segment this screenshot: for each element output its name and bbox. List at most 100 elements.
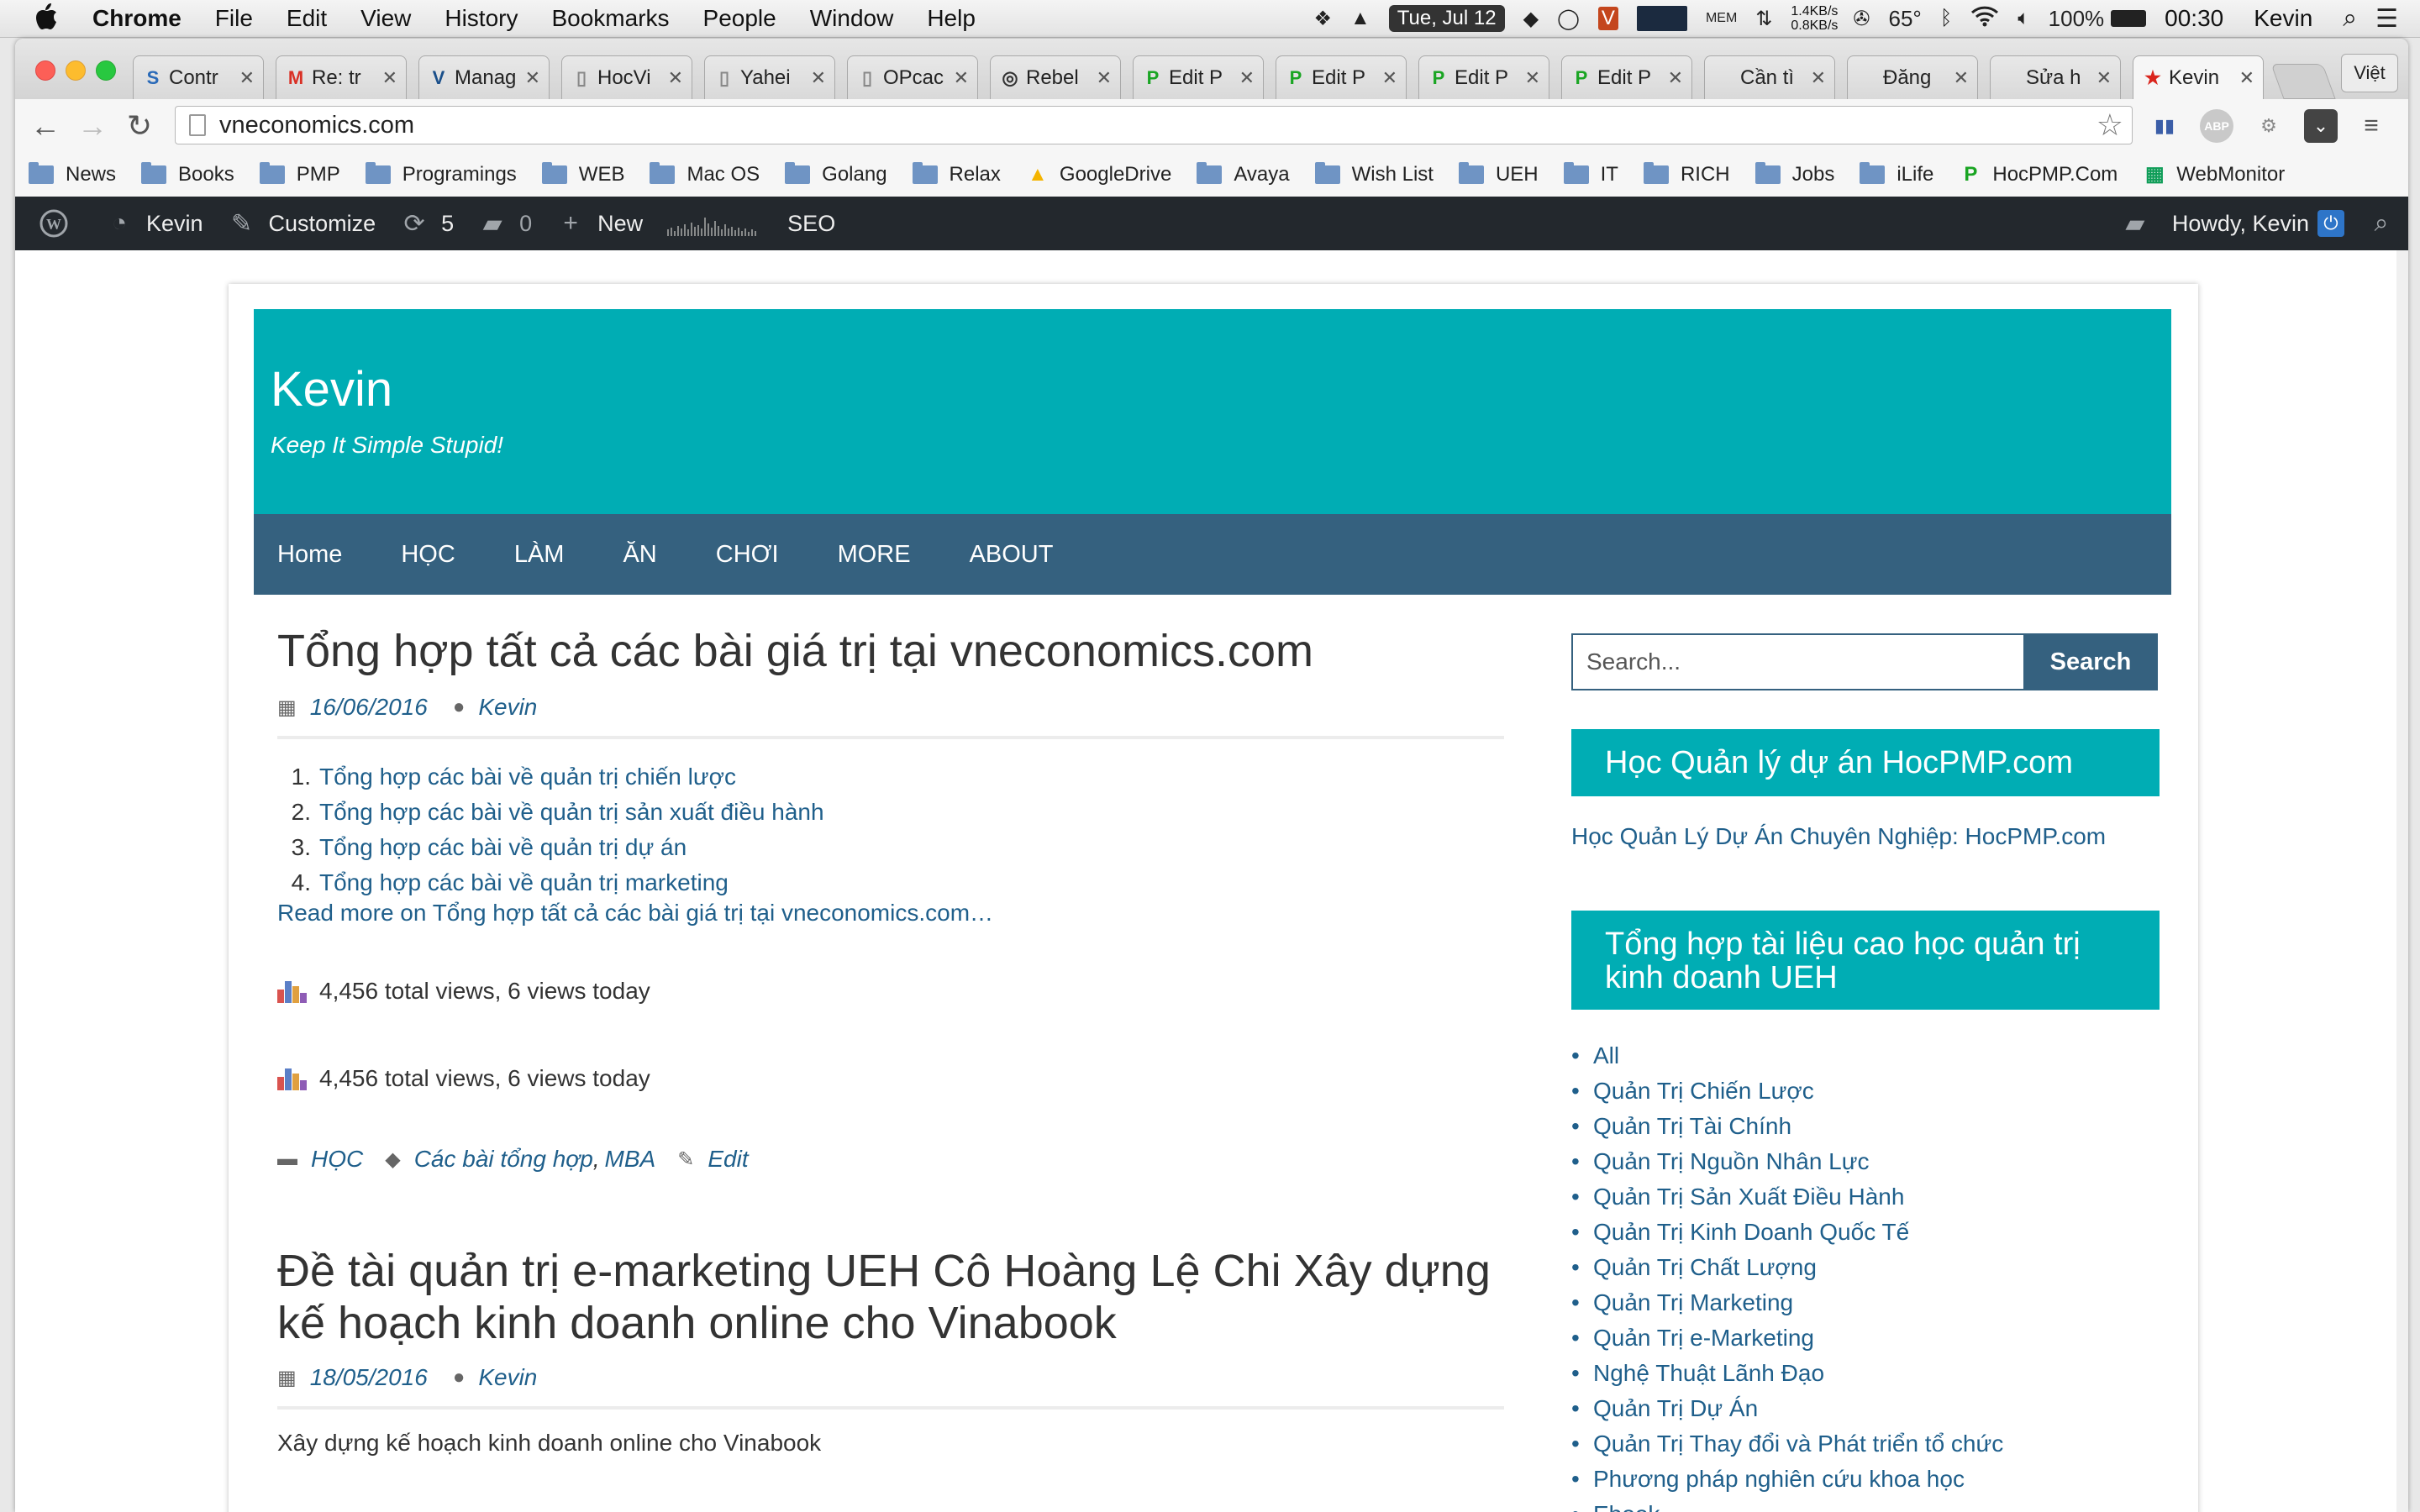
chrome-menu-icon[interactable]: ≡ [2354,109,2388,143]
nav-lam[interactable]: LÀM [514,541,565,569]
list-item-link[interactable]: Tổng hợp các bài về quản trị dự án [319,834,687,860]
category-link[interactable]: Quản Trị e-Marketing [1593,1325,1814,1351]
category-link[interactable]: Quản Trị Nguồn Nhân Lực [1593,1148,1869,1174]
new-content-menu[interactable]: + New [555,208,643,239]
menu-history[interactable]: History [445,5,518,32]
close-tab-icon[interactable]: ✕ [811,67,826,89]
cpu-graph-icon[interactable] [1636,6,1687,31]
bookmark-item[interactable]: Avaya [1197,162,1290,186]
app-menu[interactable]: Chrome [92,5,182,32]
close-tab-icon[interactable]: ✕ [382,67,397,89]
bookmark-item[interactable]: WEB [541,162,624,186]
category-link[interactable]: All [1593,1042,1619,1068]
category-link[interactable]: Quản Trị Kinh Doanh Quốc Tế [1593,1219,1909,1245]
tab[interactable]: Sửa h ✕ [1990,55,2121,99]
close-tab-icon[interactable]: ✕ [1097,67,1112,89]
bookmark-item[interactable]: ▲ GoogleDrive [1026,163,1171,186]
profile-button[interactable]: Việt [2341,54,2398,92]
tab[interactable]: V Manag ✕ [418,55,550,99]
close-tab-icon[interactable]: ✕ [1525,67,1540,89]
wp-logo-menu[interactable]: W [39,208,81,239]
memory-graph-icon[interactable]: MEM [1706,11,1737,26]
post-author[interactable]: Kevin [478,694,537,721]
chat-bubble-icon[interactable]: ◯ [1557,7,1580,31]
tab[interactable]: ▯ HocVi ✕ [561,55,692,99]
power-icon[interactable]: ⏻ [2317,210,2344,237]
close-tab-icon[interactable]: ✕ [954,67,969,89]
close-tab-icon[interactable]: ✕ [1954,67,1969,89]
bookmark-item[interactable]: News [29,162,116,186]
date-display[interactable]: Tue, Jul 12 [1388,5,1505,32]
seo-menu[interactable]: SEO [787,211,835,237]
battery-percent[interactable]: 100% [2049,6,2105,32]
bookmark-item[interactable]: Books [141,162,234,186]
nav-more[interactable]: MORE [838,541,911,569]
dropbox-icon[interactable]: ❖ [1313,7,1332,31]
category-link[interactable]: Quản Trị Dự Án [1593,1395,1758,1421]
menu-people[interactable]: People [703,5,776,32]
category-link[interactable]: Quản Trị Sản Xuất Điều Hành [1593,1184,1904,1210]
address-url[interactable]: vneconomics.com [219,112,414,139]
category-link[interactable]: HỌC [311,1146,363,1173]
post-title-link[interactable]: Đề tài quản trị e-marketing UEH Cô Hoàng… [277,1245,1491,1349]
close-tab-icon[interactable]: ✕ [1239,67,1255,89]
close-window-button[interactable] [35,60,55,81]
howdy-user[interactable]: Howdy, Kevin [2172,211,2309,237]
list-item-link[interactable]: Tổng hợp các bài về quản trị chiến lược [319,764,736,790]
stats-extension-icon[interactable]: ▮▮ [2148,109,2181,143]
page-scrollbar[interactable] [2396,250,2408,1512]
category-link[interactable]: Phương pháp nghiên cứu khoa học [1593,1466,1965,1492]
bookmark-item[interactable]: ▦ WebMonitor [2143,163,2285,186]
stats-sparkline[interactable] [666,211,759,236]
search-input[interactable]: Search... [1571,633,2025,690]
post-date[interactable]: 16/06/2016 [310,694,428,721]
bookmark-item[interactable]: Jobs [1754,162,1834,186]
notification-center-icon[interactable]: ☰ [2375,4,2398,34]
search-button[interactable]: Search [2023,633,2158,690]
category-link[interactable]: Quản Trị Tài Chính [1593,1113,1791,1139]
read-more-link[interactable]: Read more on Tổng hợp tất cả các bài giá… [277,900,993,927]
bookmark-item[interactable]: Programings [365,162,517,186]
apple-menu-icon[interactable] [34,2,64,36]
bookmark-item[interactable]: Mac OS [650,162,760,186]
admin-search-icon[interactable]: ⌕ [2366,208,2396,239]
tab[interactable]: M Re: tr ✕ [276,55,407,99]
nav-about[interactable]: ABOUT [970,541,1054,569]
evernote-icon[interactable]: ◆ [1523,7,1539,31]
tab[interactable]: Đăng ✕ [1847,55,1978,99]
notification-icon[interactable]: ▰ [2120,208,2150,239]
bookmark-star-icon[interactable]: ☆ [2096,108,2123,143]
bluetooth-icon[interactable]: ᛒ [1940,7,1952,30]
close-tab-icon[interactable]: ✕ [1668,67,1683,89]
bookmark-item[interactable]: IT [1563,162,1618,186]
bookmark-item[interactable]: RICH [1643,162,1730,186]
category-link[interactable]: Quản Trị Thay đổi và Phát triển tổ chức [1593,1431,2003,1457]
user-menu[interactable]: Kevin [2254,5,2312,32]
menu-view[interactable]: View [360,5,411,32]
category-link[interactable]: Quản Trị Chiến Lược [1593,1078,1814,1104]
volume-icon[interactable]: 🔈︎ [2018,7,2029,30]
post-title-link[interactable]: Tổng hợp tất cả các bài giá trị tại vnec… [277,625,1313,677]
hocpmp-link[interactable]: Học Quản Lý Dự Án Chuyên Nghiệp: HocPMP.… [1571,823,2106,850]
bookmark-item[interactable]: PMP [259,162,340,186]
list-item-link[interactable]: Tổng hợp các bài về quản trị marketing [319,869,729,895]
tag-link[interactable]: MBA [605,1146,656,1173]
site-name-menu[interactable]: ◔ Kevin [104,208,203,239]
tab[interactable]: Cần tì ✕ [1704,55,1835,99]
updates-link[interactable]: ⟳ 5 [399,208,455,239]
menu-bookmarks[interactable]: Bookmarks [551,5,669,32]
menu-window[interactable]: Window [810,5,894,32]
clock[interactable]: 00:30 [2165,5,2223,32]
category-link[interactable]: Quản Trị Marketing [1593,1289,1793,1315]
bookmark-item[interactable]: Golang [785,162,887,186]
tab[interactable]: P Edit P ✕ [1276,55,1407,99]
reload-icon[interactable]: ↻ [121,108,158,144]
menu-edit[interactable]: Edit [287,5,327,32]
customize-link[interactable]: ✎ Customize [227,208,376,239]
nav-choi[interactable]: CHƠI [716,541,779,569]
bookmark-item[interactable]: P HocPMP.Com [1959,163,2118,186]
tab[interactable]: P Edit P ✕ [1133,55,1264,99]
pocket-extension-icon[interactable]: ⌄ [2304,109,2338,143]
bookmark-item[interactable]: UEH [1458,162,1539,186]
nav-an[interactable]: ĂN [623,541,656,569]
